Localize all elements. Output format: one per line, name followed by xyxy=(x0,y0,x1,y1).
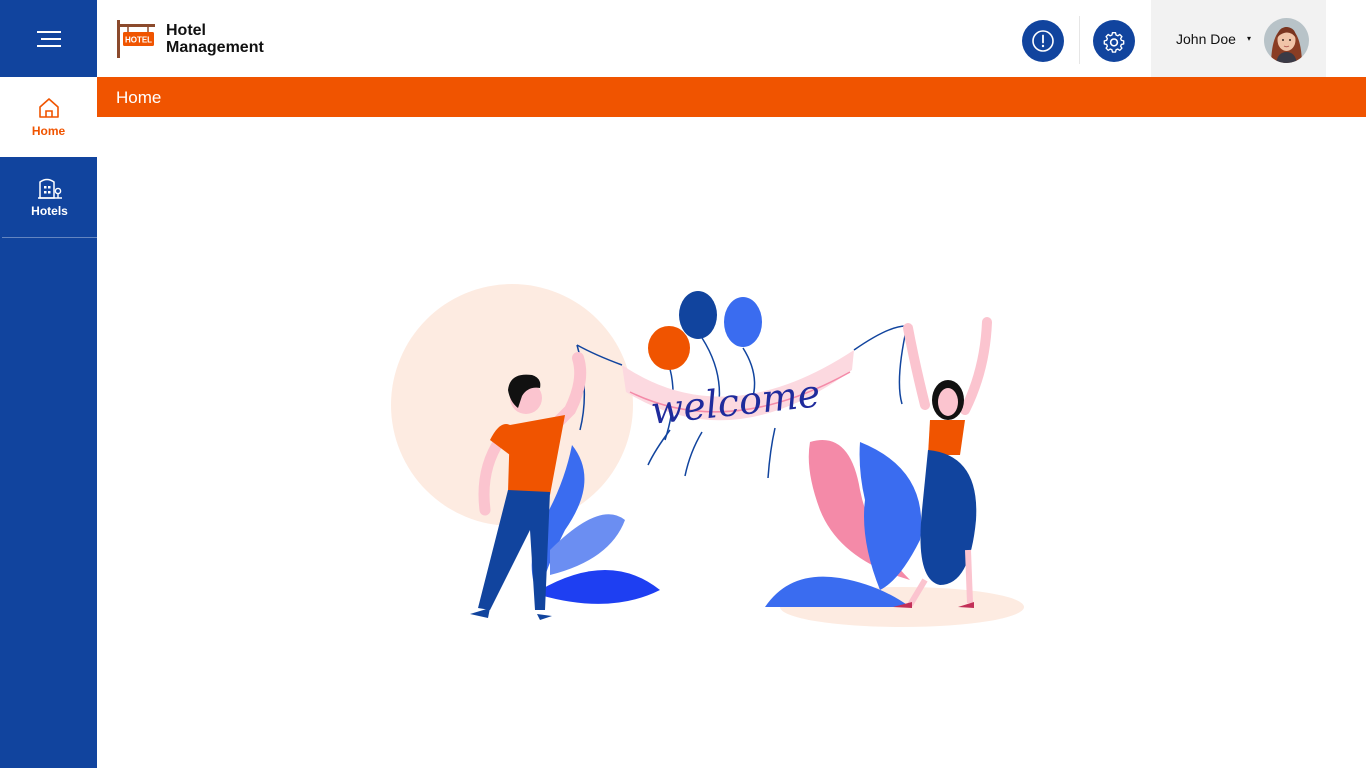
user-menu[interactable]: John Doe ▾ xyxy=(1151,0,1326,77)
avatar-image xyxy=(1264,18,1309,63)
sidebar-item-label: Hotels xyxy=(31,204,68,218)
breadcrumb-item-home[interactable]: Home xyxy=(116,88,161,108)
hotel-building-icon xyxy=(37,178,62,199)
gear-icon xyxy=(1103,32,1125,53)
breadcrumb: Home xyxy=(97,77,1366,117)
settings-button[interactable] xyxy=(1093,20,1135,62)
logo-sign-text: HOTEL xyxy=(125,36,152,45)
banner-text: welcome xyxy=(649,371,823,433)
avatar[interactable] xyxy=(1264,18,1309,63)
sidebar-item-home[interactable]: Home xyxy=(0,77,97,157)
app-title-line2: Management xyxy=(166,39,264,56)
hotel-logo: HOTEL xyxy=(117,20,155,58)
chevron-down-icon: ▾ xyxy=(1247,34,1252,43)
hamburger-icon[interactable] xyxy=(36,30,61,48)
sidebar: Home Hotels xyxy=(0,0,97,768)
user-name: John Doe xyxy=(1176,31,1236,47)
menu-toggle-button[interactable] xyxy=(0,0,97,77)
sidebar-item-hotels[interactable]: Hotels xyxy=(2,157,97,238)
welcome-illustration: welcome xyxy=(391,284,1024,627)
app-root: Home Hotels HOTEL Hotel Management John … xyxy=(0,0,1366,768)
alert-icon xyxy=(1032,30,1054,52)
home-icon xyxy=(38,98,59,118)
app-title: Hotel Management xyxy=(166,22,264,56)
plants-right xyxy=(765,440,922,607)
woman-figure xyxy=(893,317,992,608)
alerts-button[interactable] xyxy=(1022,20,1064,62)
app-title-line1: Hotel xyxy=(166,22,206,39)
top-header: HOTEL Hotel Management John Doe ▾ xyxy=(97,0,1366,77)
header-divider xyxy=(1079,16,1080,64)
sidebar-item-label: Home xyxy=(31,124,66,138)
